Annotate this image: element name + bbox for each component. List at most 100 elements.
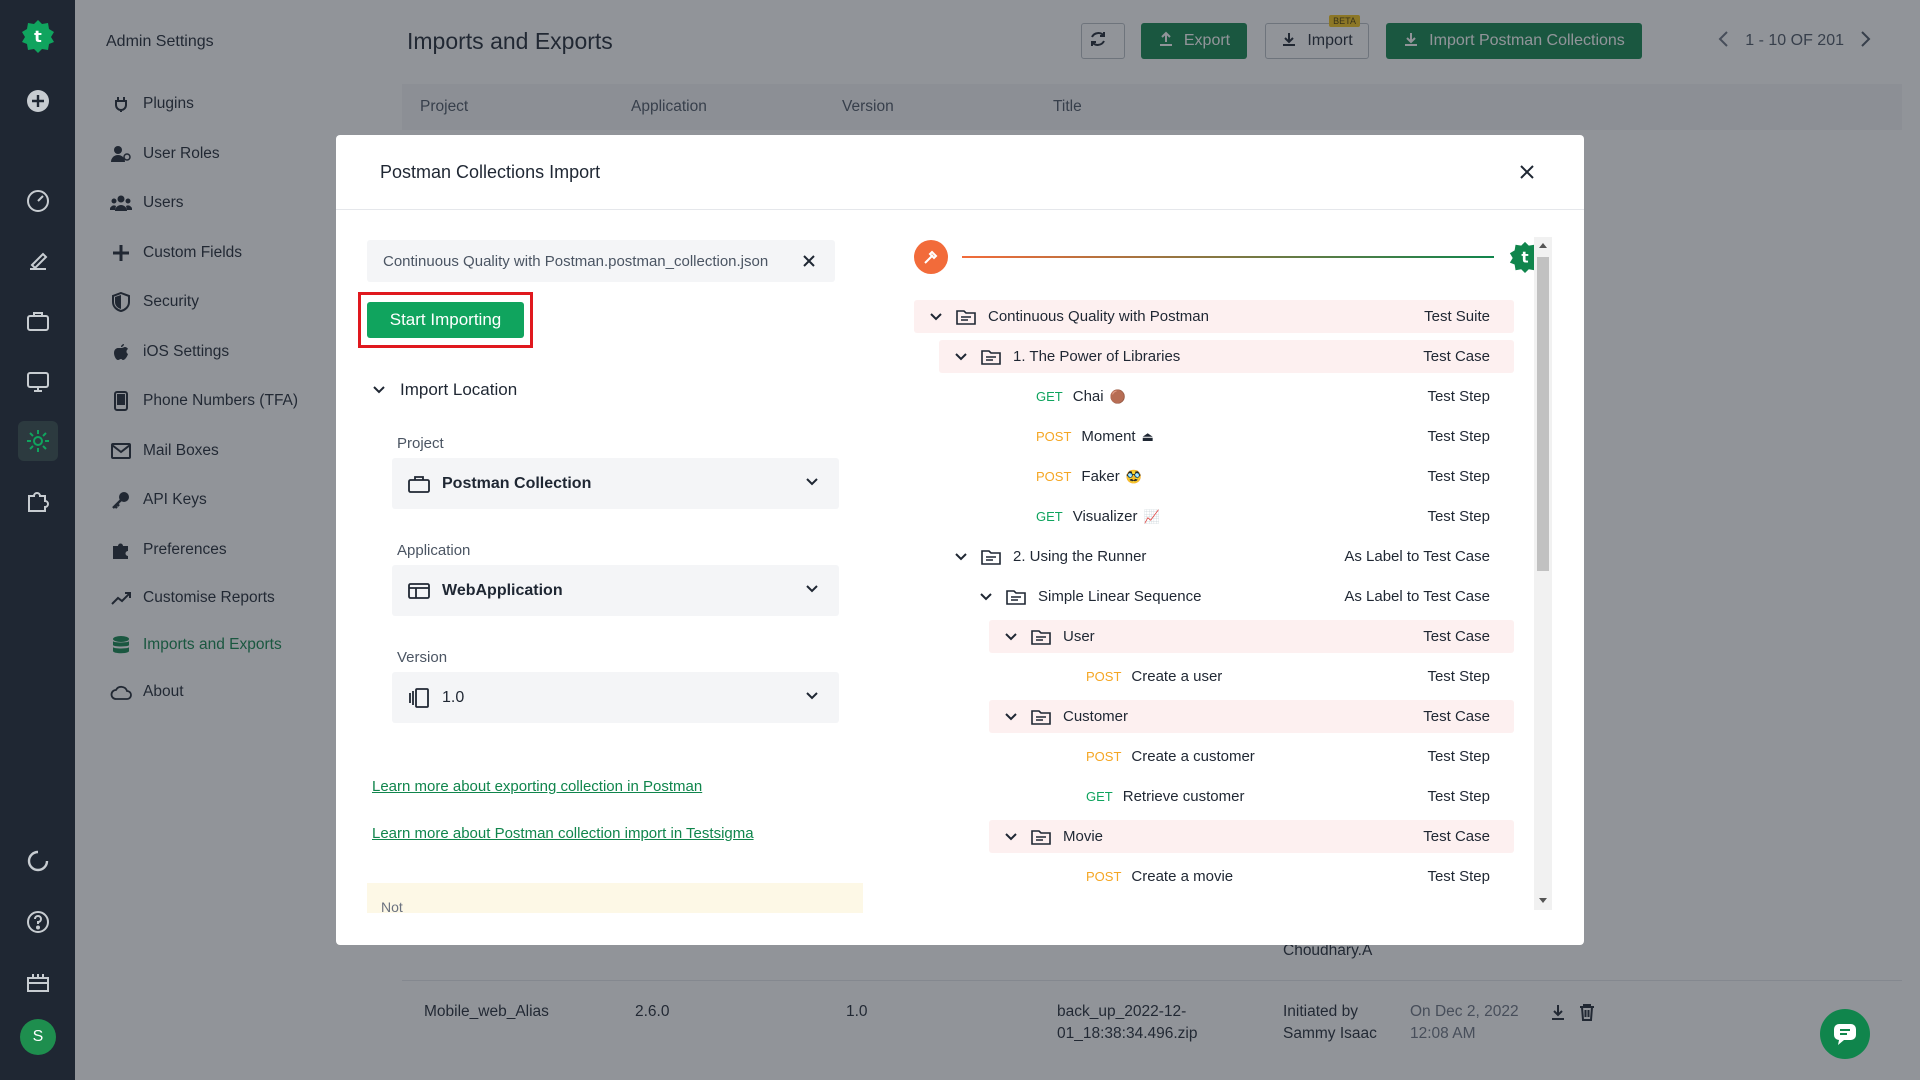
scroll-up-icon (1539, 243, 1547, 248)
svg-text:t: t (1521, 249, 1528, 267)
help-icon[interactable] (18, 902, 58, 942)
tree-request-node[interactable]: POST Create a user Test Step (1014, 660, 1514, 693)
tree-node-type: Test Suite (1424, 308, 1490, 325)
chevron-down-icon[interactable] (953, 552, 969, 561)
application-value: WebApplication (442, 581, 563, 599)
http-method-badge: GET (1086, 789, 1113, 804)
settings-gear-icon[interactable] (18, 421, 58, 461)
tree-request-node[interactable]: POST Create a movie Test Step (1014, 860, 1514, 893)
chevron-down-icon (805, 474, 819, 492)
tree-node-type: Test Case (1423, 828, 1490, 845)
tree-folder-node[interactable]: User Test Case (989, 620, 1514, 653)
remove-file-icon[interactable] (799, 251, 819, 275)
tree-folder-node[interactable]: Simple Linear Sequence As Label to Test C… (964, 580, 1514, 613)
close-icon[interactable] (1516, 161, 1538, 183)
testsigma-logo-icon[interactable]: t (18, 16, 58, 56)
chevron-down-icon[interactable] (1003, 632, 1019, 641)
tree-folder-node[interactable]: Customer Test Case (989, 700, 1514, 733)
add-icon[interactable] (18, 81, 58, 121)
tree-request-node[interactable]: POST Faker 🥸 Test Step (964, 460, 1514, 493)
tree-request-node[interactable]: GET Retrieve customer Test Step (1014, 780, 1514, 813)
link-postman-import-docs[interactable]: Learn more about Postman collection impo… (372, 825, 754, 842)
briefcase-icon[interactable] (18, 301, 58, 341)
tree-request-node[interactable]: POST Create a customer Test Step (1014, 740, 1514, 773)
folder-icon (1006, 589, 1026, 605)
user-avatar[interactable]: S (20, 1019, 56, 1055)
versions-icon (408, 687, 430, 709)
tree-node-label: Customer (1063, 708, 1129, 725)
browser-window-icon (408, 580, 430, 602)
app-rail: t S (0, 0, 75, 1080)
project-value: Postman Collection (442, 474, 592, 492)
link-exporting-collection[interactable]: Learn more about exporting collection in… (372, 778, 702, 795)
gift-icon[interactable] (18, 962, 58, 1002)
scrollbar-thumb[interactable] (1537, 257, 1549, 571)
tree-node-type: As Label to Test Case (1344, 548, 1490, 565)
tree-node-label: 1. The Power of Libraries (1013, 348, 1181, 365)
tree-node-type: Test Step (1427, 868, 1490, 885)
folder-icon (1031, 829, 1051, 845)
postman-import-modal: Postman Collections Import Continuous Qu… (336, 135, 1584, 945)
tree-node-label: User (1063, 628, 1095, 645)
emoji-icon: 🟤 (1109, 388, 1126, 404)
start-importing-button[interactable]: Start Importing (367, 302, 524, 338)
tree-node-type: Test Step (1427, 668, 1490, 685)
briefcase-icon (408, 473, 430, 495)
emoji-icon: 📈 (1143, 508, 1160, 524)
progress-line (962, 256, 1494, 258)
tree-folder-node[interactable]: 2. Using the Runner As Label to Test Case (939, 540, 1514, 573)
emoji-icon: 🥸 (1125, 468, 1142, 484)
http-method-badge: GET (1036, 509, 1063, 524)
tree-request-node[interactable]: GET Chai 🟤 Test Step (964, 380, 1514, 413)
tree-folder-node[interactable]: Movie Test Case (989, 820, 1514, 853)
folder-icon (981, 549, 1001, 565)
tree-node-label: Continuous Quality with Postman (988, 308, 1209, 325)
application-select[interactable]: WebApplication (392, 565, 839, 616)
note-box: Not (367, 883, 863, 915)
tree-node-label: Faker (1081, 468, 1120, 485)
tree-request-node[interactable]: POST Moment ⏏ Test Step (964, 420, 1514, 453)
folder-icon (981, 349, 1001, 365)
tree-scrollbar[interactable] (1534, 237, 1552, 910)
tree-node-label: Create a user (1131, 668, 1223, 685)
folder-icon (1031, 709, 1051, 725)
tree-node-label: Simple Linear Sequence (1038, 588, 1202, 605)
tree-node-type: Test Step (1427, 428, 1490, 445)
chevron-down-icon[interactable] (953, 352, 969, 361)
postman-logo-icon (914, 240, 948, 274)
note-text: Not (381, 899, 403, 915)
version-select[interactable]: 1.0 (392, 672, 839, 723)
folder-icon (1031, 629, 1051, 645)
svg-text:t: t (34, 27, 42, 46)
chevron-down-icon[interactable] (1003, 832, 1019, 841)
import-location-toggle[interactable]: Import Location (372, 380, 517, 400)
import-location-title: Import Location (400, 380, 518, 399)
tree-request-node[interactable]: GET Visualizer 📈 Test Step (964, 500, 1514, 533)
chat-support-button[interactable] (1820, 1009, 1870, 1059)
modal-title: Postman Collections Import (380, 162, 601, 182)
chevron-down-icon[interactable] (1003, 712, 1019, 721)
tree-node-type: Test Step (1427, 468, 1490, 485)
refresh-circle-icon[interactable] (18, 841, 58, 881)
tree-node-type: Test Case (1423, 708, 1490, 725)
tree-folder-node[interactable]: 1. The Power of Libraries Test Case (939, 340, 1514, 373)
chevron-down-icon (805, 581, 819, 599)
tree-folder-node[interactable]: Continuous Quality with Postman Test Suit… (914, 300, 1514, 333)
monitor-icon[interactable] (18, 362, 58, 402)
tree-node-type: As Label to Test Case (1344, 588, 1490, 605)
chevron-down-icon[interactable] (978, 592, 994, 601)
tree-node-label: Retrieve customer (1122, 788, 1245, 805)
modal-header: Postman Collections Import (336, 135, 1584, 210)
project-select[interactable]: Postman Collection (392, 458, 839, 509)
import-progress: t (914, 240, 1542, 274)
application-label: Application (397, 542, 471, 559)
tree-node-label: Movie (1063, 828, 1104, 845)
chevron-down-icon[interactable] (928, 312, 944, 321)
edit-icon[interactable] (18, 241, 58, 281)
tree-node-label: Moment (1081, 428, 1136, 445)
dashboard-icon[interactable] (18, 180, 58, 220)
tree-node-label: Visualizer (1072, 508, 1138, 525)
tree-node-type: Test Step (1427, 748, 1490, 765)
selected-file-chip: Continuous Quality with Postman.postman_… (367, 240, 835, 282)
addons-puzzle-icon[interactable] (18, 481, 58, 521)
